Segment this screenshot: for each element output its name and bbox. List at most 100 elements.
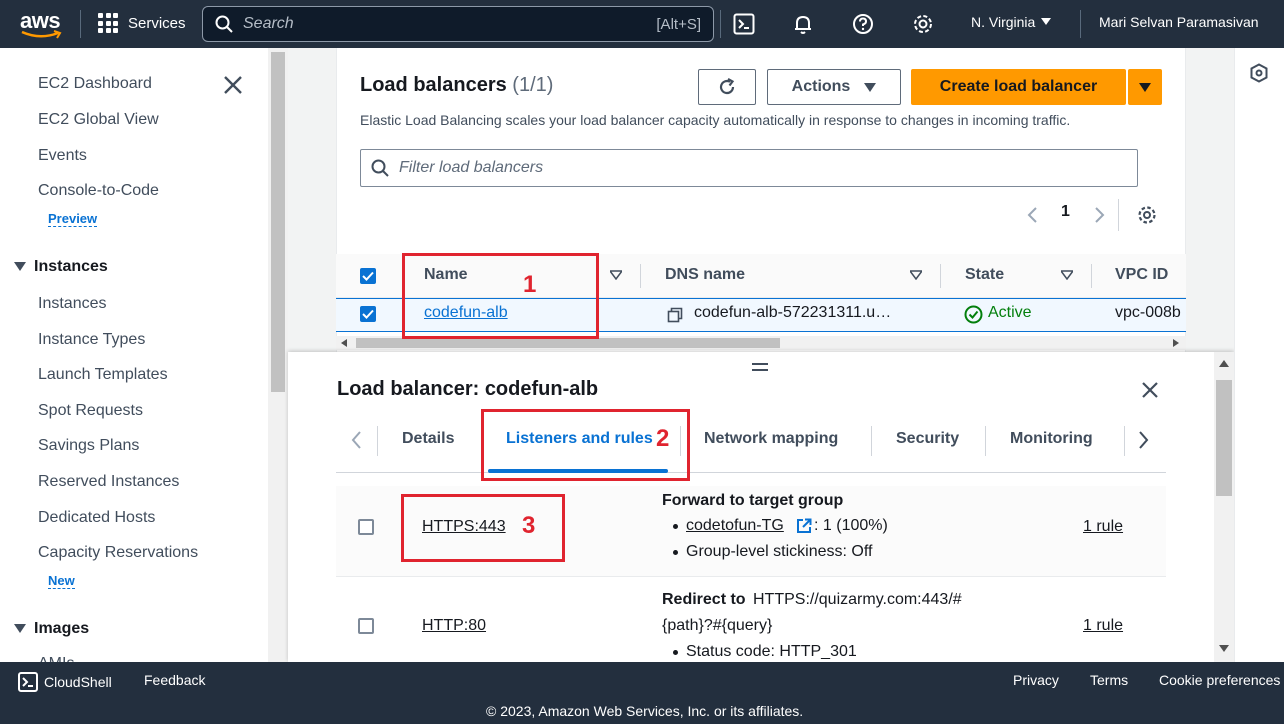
- column-resizer[interactable]: [1091, 264, 1092, 288]
- column-header-dns-name[interactable]: DNS name: [665, 266, 745, 284]
- section-label: Instances: [34, 258, 108, 275]
- terms-link[interactable]: Terms: [1090, 672, 1128, 688]
- listener-checkbox[interactable]: [358, 519, 374, 535]
- grid-icon: [98, 13, 118, 33]
- help-icon[interactable]: [851, 12, 875, 36]
- sidebar-item-ec2-dashboard[interactable]: EC2 Dashboard: [38, 75, 152, 93]
- external-link-icon[interactable]: [796, 518, 812, 534]
- sort-caret-icon[interactable]: [610, 270, 622, 280]
- details-panel-title: Load balancer: codefun-alb: [337, 378, 599, 400]
- aws-logo[interactable]: aws: [20, 8, 64, 40]
- table-preferences-gear-icon[interactable]: [1137, 205, 1157, 225]
- sidebar-item-ec2-global-view[interactable]: EC2 Global View: [38, 111, 159, 129]
- scroll-down-icon[interactable]: [1219, 645, 1229, 652]
- caret-down-icon: [14, 624, 26, 633]
- page-title: Load balancers (1/1): [360, 74, 553, 97]
- sidebar-scroll-thumb[interactable]: [271, 52, 285, 392]
- feedback-link[interactable]: Feedback: [144, 672, 205, 688]
- tab-details[interactable]: Details: [402, 430, 454, 448]
- sidebar-item-spot-requests[interactable]: Spot Requests: [38, 402, 143, 420]
- target-group-link[interactable]: codetofun-TG: [686, 517, 784, 535]
- column-header-vpc-id[interactable]: VPC ID: [1115, 266, 1168, 284]
- services-menu-button[interactable]: Services: [98, 13, 186, 33]
- create-load-balancer-button[interactable]: Create load balancer: [911, 69, 1126, 105]
- create-dropdown-button[interactable]: [1128, 69, 1162, 105]
- settings-gear-icon[interactable]: [911, 12, 935, 36]
- cloudshell-button[interactable]: CloudShell: [18, 672, 112, 692]
- cloudshell-label: CloudShell: [44, 674, 112, 690]
- tabs-scroll-right-icon[interactable]: [1138, 430, 1150, 450]
- close-panel-icon[interactable]: [1141, 381, 1159, 399]
- section-label: Images: [34, 620, 90, 637]
- copy-icon[interactable]: [667, 307, 683, 323]
- scroll-right-icon[interactable]: [1173, 339, 1179, 347]
- account-menu[interactable]: Mari Selvan Paramasivan: [1099, 14, 1259, 30]
- filter-load-balancers-input[interactable]: Filter load balancers: [360, 149, 1138, 187]
- panel-scroll-thumb[interactable]: [1216, 380, 1232, 496]
- sidebar-item-capacity-reservations[interactable]: Capacity Reservations: [38, 544, 198, 562]
- rules-link[interactable]: 1 rule: [1083, 518, 1123, 536]
- sidebar-section-instances[interactable]: Instances: [14, 258, 108, 276]
- row-checkbox[interactable]: [360, 306, 376, 322]
- new-badge[interactable]: New: [48, 573, 75, 589]
- sidebar-item-dedicated-hosts[interactable]: Dedicated Hosts: [38, 509, 155, 527]
- cookie-preferences-link[interactable]: Cookie preferences: [1159, 672, 1280, 688]
- column-resizer[interactable]: [640, 264, 641, 288]
- aws-smile-icon: [21, 30, 62, 39]
- target-group-weight: : 1 (100%): [814, 517, 888, 534]
- region-selector[interactable]: N. Virginia: [971, 14, 1052, 30]
- bullet: [673, 524, 678, 529]
- tab-monitoring[interactable]: Monitoring: [1010, 430, 1093, 448]
- preview-badge[interactable]: Preview: [48, 211, 98, 227]
- tab-security[interactable]: Security: [896, 430, 959, 448]
- column-resizer[interactable]: [940, 264, 941, 288]
- refresh-button[interactable]: [698, 69, 756, 105]
- sidebar-item-launch-templates[interactable]: Launch Templates: [38, 366, 168, 384]
- sidebar-item-events[interactable]: Events: [38, 147, 87, 165]
- listener-checkbox[interactable]: [358, 618, 374, 634]
- previous-page-icon[interactable]: [1026, 206, 1038, 224]
- sort-caret-icon[interactable]: [910, 270, 922, 280]
- cloudshell-icon[interactable]: [732, 12, 756, 36]
- sort-caret-icon[interactable]: [1061, 270, 1073, 280]
- info-panel-icon[interactable]: [1249, 63, 1269, 83]
- column-header-state[interactable]: State: [965, 266, 1004, 284]
- tabs-scroll-left-icon[interactable]: [350, 430, 362, 450]
- success-check-circle-icon: [964, 305, 983, 324]
- sidebar-item-savings-plans[interactable]: Savings Plans: [38, 437, 139, 455]
- sidebar-item-reserved-instances[interactable]: Reserved Instances: [38, 473, 179, 491]
- current-page[interactable]: 1: [1061, 203, 1070, 221]
- caret-down-icon: [1041, 18, 1052, 25]
- redirect-target-continued: {path}?#{query}: [662, 617, 773, 634]
- sidebar-item-instance-types[interactable]: Instance Types: [38, 331, 145, 349]
- sidebar-section-images[interactable]: Images: [14, 620, 89, 638]
- annotation-box-1: [402, 253, 599, 339]
- sidebar-item-console-to-code[interactable]: Console-to-Code: [38, 182, 159, 200]
- actions-dropdown-button[interactable]: Actions: [767, 69, 901, 105]
- sidebar-item-instances[interactable]: Instances: [38, 295, 106, 313]
- tab-network-mapping[interactable]: Network mapping: [704, 430, 838, 448]
- notifications-bell-icon[interactable]: [791, 12, 815, 36]
- listener-action-title: Forward to target group: [662, 492, 844, 509]
- scroll-left-icon[interactable]: [341, 339, 347, 347]
- caret-down-icon: [864, 82, 877, 92]
- rules-link[interactable]: 1 rule: [1083, 617, 1123, 635]
- search-placeholder: Search: [243, 15, 294, 32]
- drag-handle-icon[interactable]: [752, 362, 768, 372]
- redirect-target: HTTPS://quizarmy.com:443/#: [753, 591, 962, 608]
- check-icon: [362, 271, 374, 281]
- next-page-icon[interactable]: [1094, 206, 1106, 224]
- filter-placeholder: Filter load balancers: [399, 159, 544, 176]
- close-sidebar-icon[interactable]: [222, 74, 244, 96]
- global-search-input[interactable]: Search [Alt+S]: [202, 6, 714, 42]
- search-icon: [215, 15, 233, 33]
- annotation-number-1: 1: [523, 271, 537, 298]
- table-scroll-thumb[interactable]: [356, 338, 780, 348]
- scroll-up-icon[interactable]: [1219, 360, 1229, 367]
- select-all-checkbox[interactable]: [360, 268, 376, 284]
- privacy-link[interactable]: Privacy: [1013, 672, 1059, 688]
- divider: [985, 426, 986, 456]
- create-label: Create load balancer: [939, 78, 1098, 95]
- selection-count: (1/1): [512, 74, 554, 96]
- listener-protocol-link[interactable]: HTTP:80: [422, 617, 486, 635]
